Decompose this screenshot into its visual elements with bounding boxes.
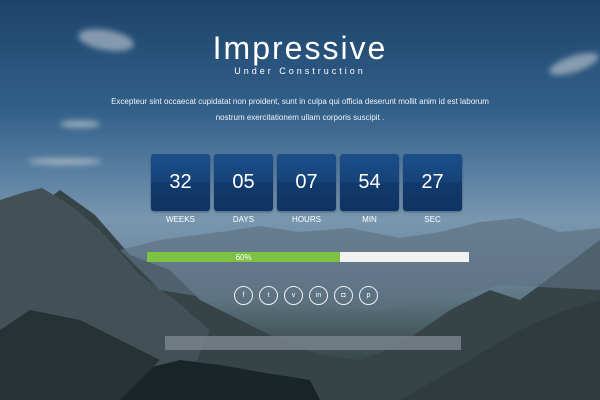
countdown-min: 54 MIN (340, 154, 399, 224)
countdown-weeks-label: WEEKS (166, 215, 195, 224)
linkedin-icon[interactable]: in (309, 286, 328, 305)
progress-text: 60% (235, 252, 252, 262)
countdown-days: 05 DAYS (214, 154, 273, 224)
page-subtitle: Under Construction (234, 66, 366, 76)
progress-fill: 60% (147, 252, 341, 262)
countdown-weeks: 32 WEEKS (151, 154, 210, 224)
countdown-min-label: MIN (362, 215, 377, 224)
countdown-sec: 27 SEC (403, 154, 462, 224)
countdown-hours-label: HOURS (292, 215, 321, 224)
countdown-hours-value: 07 (277, 154, 336, 211)
countdown-timer: 32 WEEKS 05 DAYS 07 HOURS 54 MIN 27 SEC (151, 154, 462, 224)
subscribe-bar[interactable] (165, 336, 461, 350)
instagram-icon[interactable]: ◘ (334, 286, 353, 305)
page-title: Impressive (212, 30, 388, 66)
countdown-days-label: DAYS (232, 215, 255, 224)
pinterest-icon[interactable]: p (359, 286, 378, 305)
twitter-icon[interactable]: t (259, 286, 278, 305)
countdown-days-value: 05 (214, 154, 273, 211)
facebook-icon[interactable]: f (234, 286, 253, 305)
countdown-min-value: 54 (340, 154, 399, 211)
social-links: f t v in ◘ p (234, 286, 378, 305)
countdown-sec-value: 27 (403, 154, 462, 211)
countdown-hours: 07 HOURS (277, 154, 336, 224)
vimeo-icon[interactable]: v (284, 286, 303, 305)
description-text: Excepteur sint occaecat cupidatat non pr… (111, 97, 489, 122)
progress-bar: 60% (147, 252, 469, 262)
countdown-weeks-value: 32 (151, 154, 210, 211)
countdown-sec-label: SEC (424, 215, 441, 224)
